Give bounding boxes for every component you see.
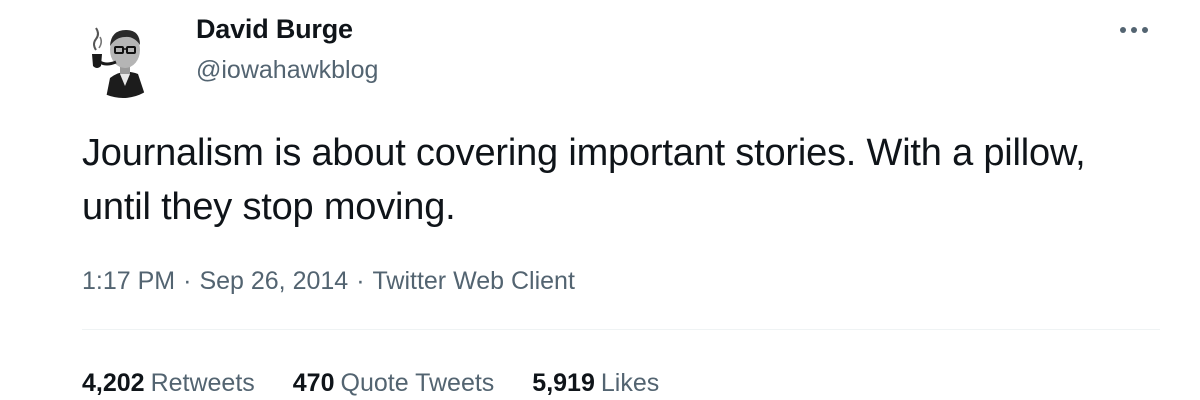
retweets-stat[interactable]: 4,202 Retweets <box>82 366 255 400</box>
tweet-date[interactable]: Sep 26, 2014 <box>199 267 348 295</box>
tweet-stats: 4,202 Retweets 470 Quote Tweets 5,919 Likes <box>82 366 659 400</box>
meta-separator: · <box>356 267 365 295</box>
likes-stat[interactable]: 5,919 Likes <box>532 366 659 400</box>
divider <box>82 329 1160 330</box>
tweet-time[interactable]: 1:17 PM <box>82 267 175 295</box>
more-horizontal-icon <box>1120 27 1148 33</box>
author-display-name[interactable]: David Burge <box>196 12 378 46</box>
author-block: David Burge @iowahawkblog <box>196 12 378 88</box>
tweet-client[interactable]: Twitter Web Client <box>373 267 575 295</box>
retweets-label: Retweets <box>150 369 255 397</box>
more-options-button[interactable] <box>1108 18 1160 42</box>
tweet-card: David Burge @iowahawkblog Journalism is … <box>0 0 1200 400</box>
tweet-meta: 1:17 PM · Sep 26, 2014 · Twitter Web Client <box>82 264 575 298</box>
likes-label: Likes <box>600 369 660 397</box>
retweets-count: 4,202 <box>82 369 145 397</box>
quote-tweets-label: Quote Tweets <box>340 369 495 397</box>
meta-separator: · <box>183 267 192 295</box>
tweet-text: Journalism is about covering important s… <box>82 132 1086 228</box>
quote-tweets-stat[interactable]: 470 Quote Tweets <box>293 366 495 400</box>
avatar[interactable] <box>80 12 166 98</box>
author-handle[interactable]: @iowahawkblog <box>196 52 378 88</box>
avatar-image <box>80 12 166 98</box>
likes-count: 5,919 <box>532 369 595 397</box>
quote-tweets-count: 470 <box>292 369 335 397</box>
